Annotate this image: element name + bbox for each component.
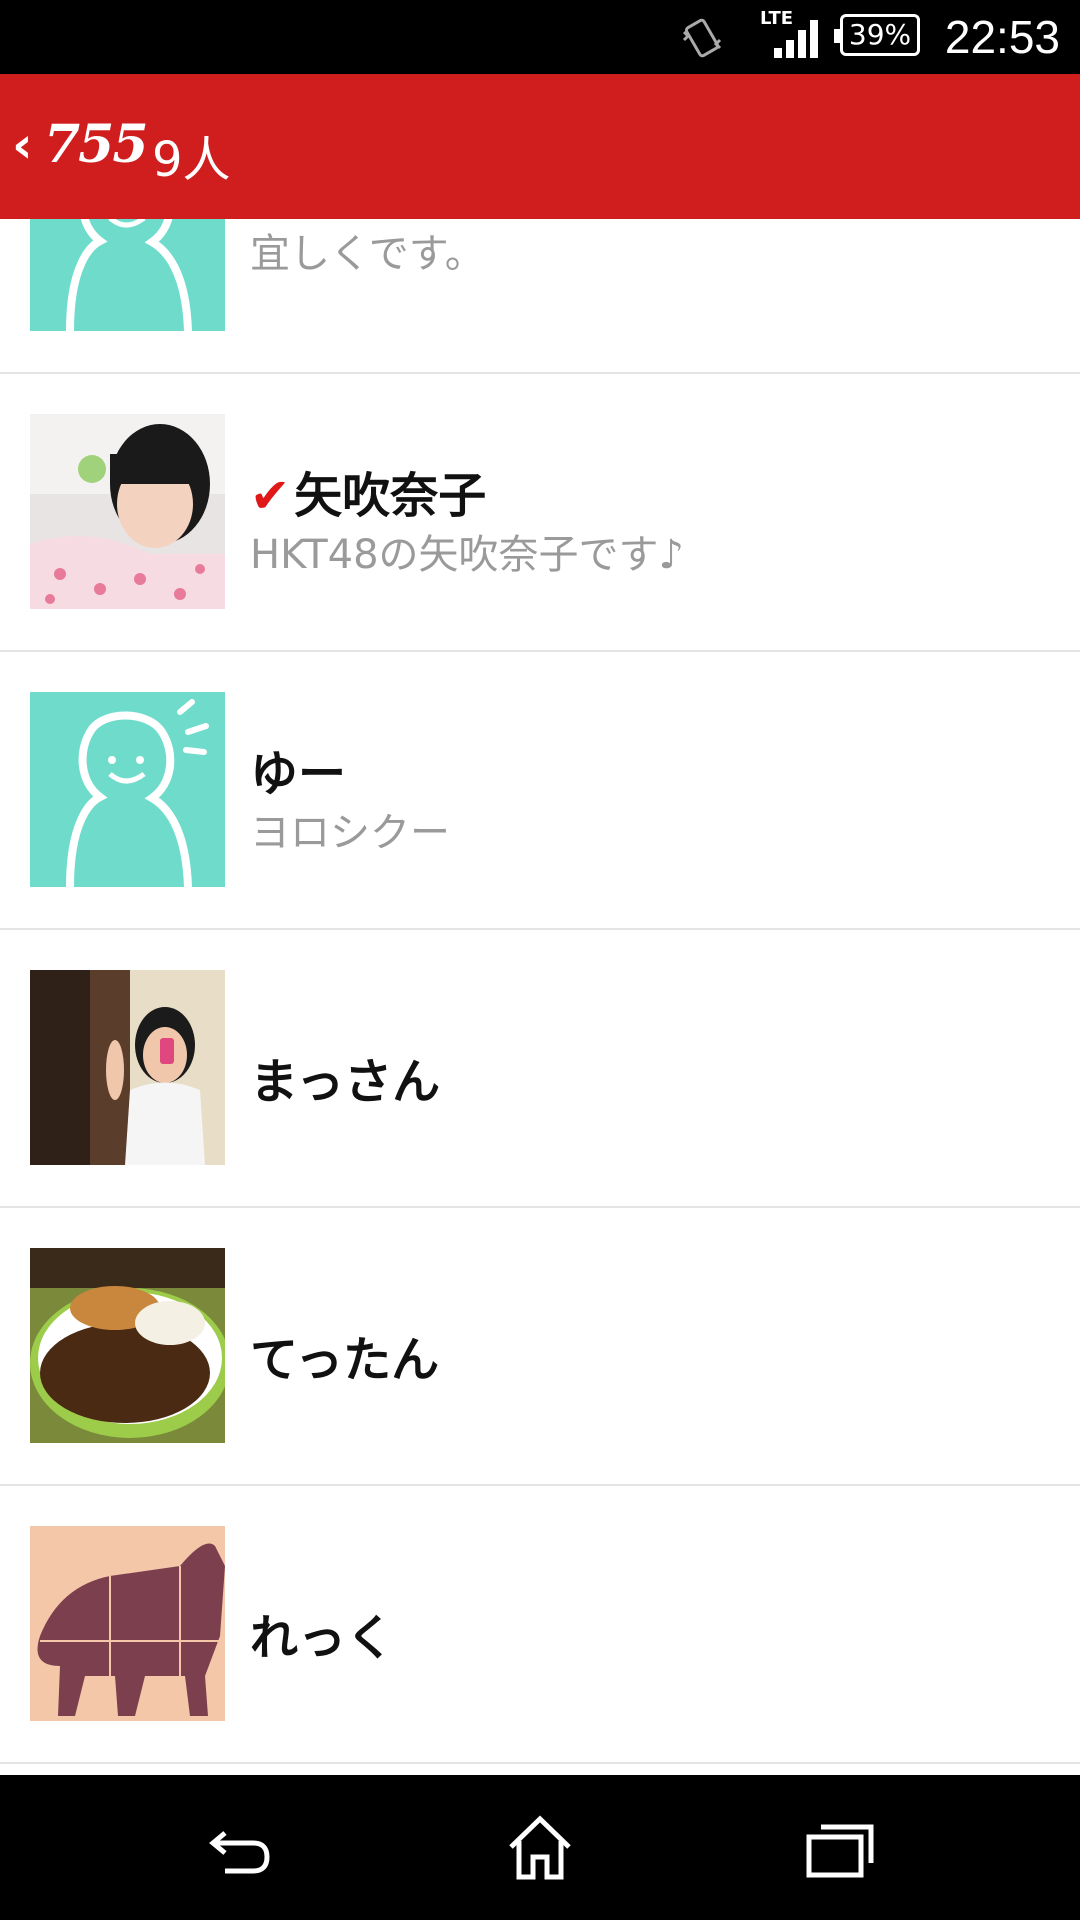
recents-icon[interactable] — [805, 1813, 875, 1883]
back-icon[interactable] — [205, 1813, 275, 1883]
vibrate-icon — [682, 18, 722, 58]
nav-bar — [0, 1775, 1080, 1920]
member-photo — [30, 970, 225, 1165]
member-name-text: 矢吹奈子 — [294, 468, 487, 524]
list-item[interactable]: か 宜しくです。 — [0, 219, 1080, 374]
member-list: か 宜しくです。 ✔矢吹奈子 HKT48の矢吹奈子です♪ — [0, 219, 1080, 1775]
app-bar: ‹ 755 9人 — [0, 74, 1080, 219]
member-name: ✔矢吹奈子 — [250, 456, 486, 526]
default-avatar-icon — [30, 692, 225, 887]
default-avatar-icon — [30, 219, 225, 331]
verified-check-icon: ✔ — [250, 468, 291, 524]
status-bar: LTE 39% 22:53 — [0, 0, 1080, 74]
member-name: れっく — [250, 1610, 395, 1666]
member-photo — [30, 1526, 225, 1721]
member-name: ゆー — [250, 746, 347, 802]
list-item[interactable]: てったん — [0, 1208, 1080, 1486]
home-icon[interactable] — [505, 1813, 575, 1883]
back-chevron-icon[interactable]: ‹ — [12, 120, 33, 170]
signal-icon — [774, 20, 818, 58]
list-item[interactable]: ✔矢吹奈子 HKT48の矢吹奈子です♪ — [0, 374, 1080, 652]
status-time: 22:53 — [944, 11, 1060, 63]
member-message: 宜しくです。 — [250, 231, 485, 277]
member-message: HKT48の矢吹奈子です♪ — [250, 532, 685, 578]
list-item[interactable]: れっく — [0, 1486, 1080, 1764]
member-name: てったん — [250, 1332, 440, 1388]
member-photo — [30, 414, 225, 609]
member-photo — [30, 1248, 225, 1443]
member-name: まっさん — [250, 1054, 441, 1110]
battery-icon: 39% — [834, 14, 920, 56]
page-title: 9人 — [152, 132, 231, 188]
list-item[interactable]: まっさん — [0, 930, 1080, 1208]
app-logo: 755 — [44, 114, 149, 175]
list-item[interactable]: ゆー ヨロシクー — [0, 652, 1080, 930]
member-message: ヨロシクー — [250, 810, 450, 856]
